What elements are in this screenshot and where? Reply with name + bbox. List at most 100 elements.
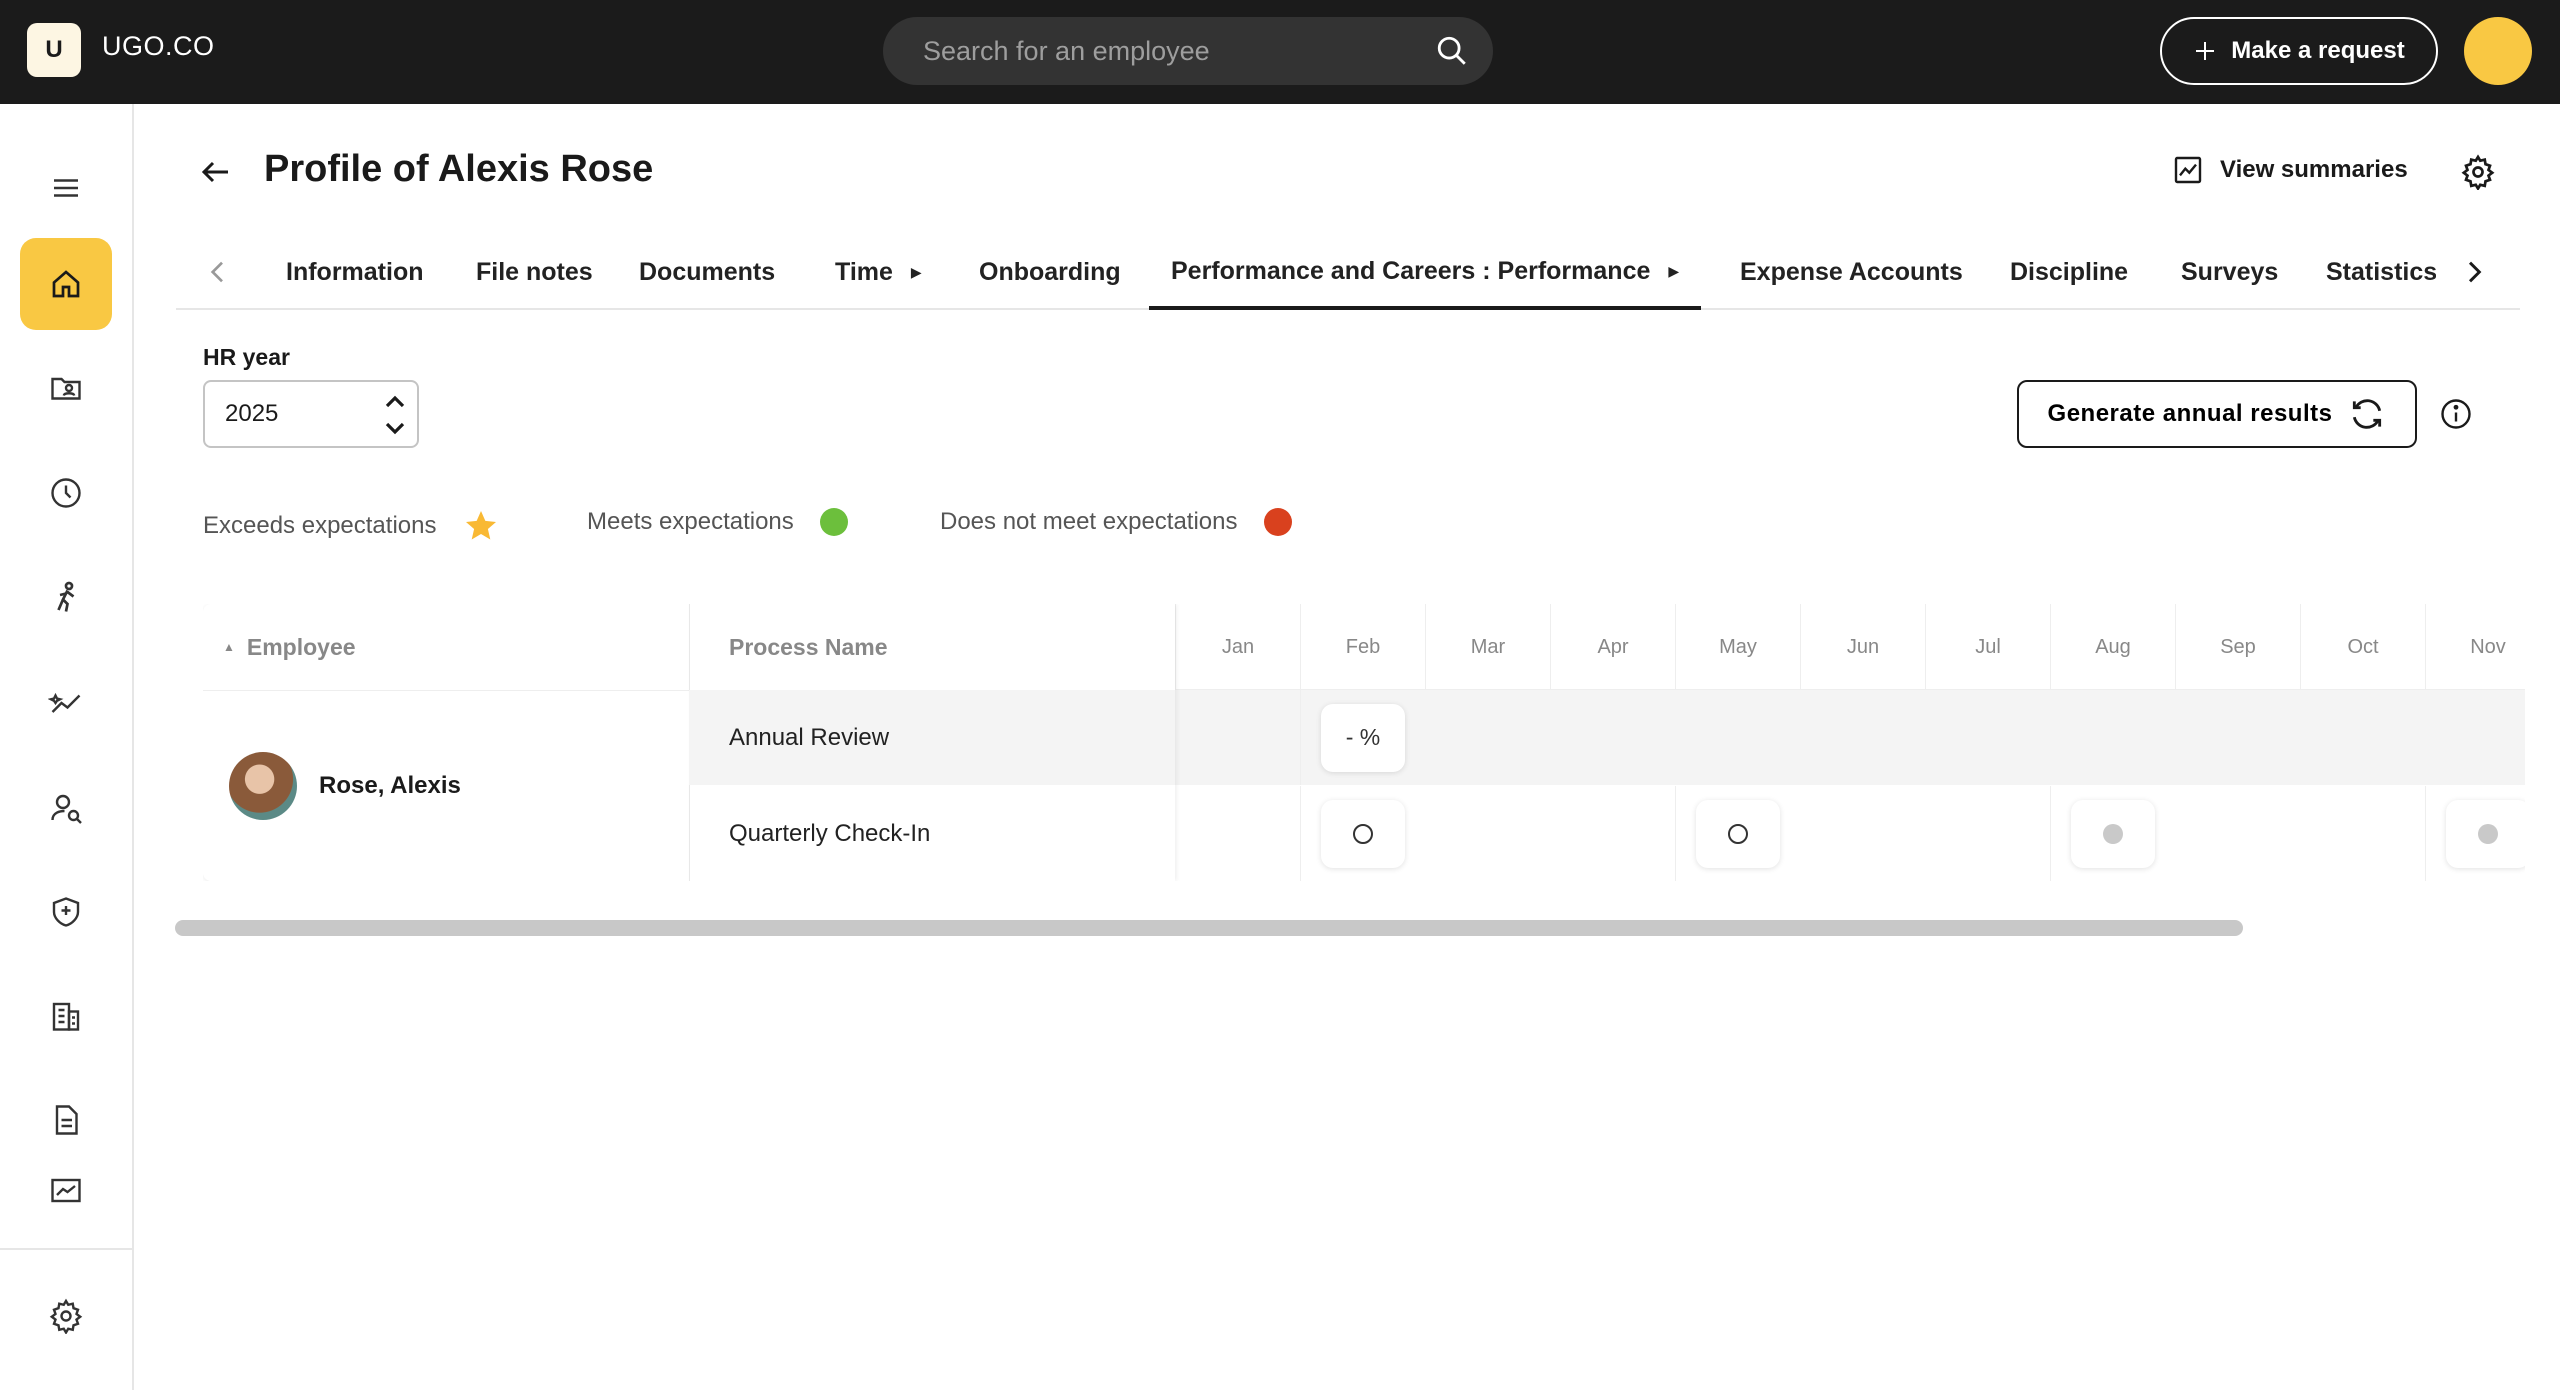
grey-dot-icon	[2103, 823, 2123, 844]
process-cell: Annual Review	[689, 690, 1175, 785]
sidebar-item-company[interactable]	[20, 970, 112, 1062]
open-circle-icon	[1353, 823, 1373, 844]
tabs-scroll-left-icon[interactable]	[202, 256, 234, 288]
info-icon[interactable]	[2438, 396, 2474, 432]
sidebar-item-recruitment[interactable]	[20, 762, 112, 854]
month-header-sep: Sep	[2175, 604, 2300, 690]
report-icon	[51, 1178, 81, 1203]
hr-year-label: HR year	[203, 344, 290, 370]
page-title: Profile of Alexis Rose	[264, 148, 654, 190]
tab-discipline[interactable]: Discipline	[2010, 236, 2128, 308]
tab-surveys[interactable]: Surveys	[2181, 236, 2278, 308]
grey-dot-pill[interactable]	[2446, 799, 2525, 868]
search-bar	[883, 17, 1493, 85]
running-person-icon	[57, 581, 75, 612]
percent-pill[interactable]: - %	[1321, 703, 1405, 772]
sidebar-item-time[interactable]	[20, 447, 112, 539]
hr-year-value: 2025	[225, 400, 279, 427]
legend-does-not-meet: Does not meet expectations	[940, 508, 1292, 536]
sidebar-item-home[interactable]	[20, 238, 112, 330]
sidebar-item-employee-folder[interactable]	[20, 342, 112, 434]
gear-icon	[49, 1298, 83, 1334]
performance-chart-icon	[48, 692, 81, 713]
grey-dot-icon	[2478, 823, 2498, 844]
tab-time[interactable]: Time ▶	[835, 236, 922, 308]
cell-quarterly-feb[interactable]	[1300, 786, 1425, 881]
cell-quarterly-aug[interactable]	[2050, 786, 2175, 881]
month-header-jan: Jan	[1175, 604, 1300, 690]
top-bar: U UGO.CO Make a request	[0, 0, 2560, 104]
open-circle-pill[interactable]	[1321, 799, 1405, 868]
sidebar-item-reports[interactable]	[20, 1174, 112, 1204]
month-header-oct: Oct	[2300, 604, 2425, 690]
tab-documents[interactable]: Documents	[639, 236, 775, 308]
employee-header[interactable]: ▲ Employee	[223, 604, 689, 690]
shield-icon	[52, 897, 80, 927]
user-avatar[interactable]	[2464, 17, 2532, 85]
search-input[interactable]	[923, 35, 1423, 67]
process-name-header[interactable]: Process Name	[729, 604, 888, 690]
green-dot-icon	[819, 508, 848, 536]
generate-annual-results-button[interactable]: Generate annual results	[2017, 380, 2417, 448]
search-icon[interactable]	[1435, 34, 1469, 68]
open-circle-icon	[1728, 823, 1748, 844]
open-circle-pill[interactable]	[1696, 799, 1780, 868]
month-header-jul: Jul	[1925, 604, 2050, 690]
employee-cell[interactable]: Rose, Alexis	[203, 690, 689, 881]
tab-information[interactable]: Information	[286, 236, 424, 308]
cell-quarterly-may[interactable]	[1675, 786, 1800, 881]
legend-exceeds: Exceeds expectations	[203, 508, 500, 544]
month-header-nov: Nov	[2425, 604, 2525, 690]
sidebar-item-performance[interactable]	[20, 657, 112, 749]
plus-icon	[2196, 42, 2215, 60]
month-header-may: May	[1675, 604, 1800, 690]
cell-annual-review-feb[interactable]: - %	[1300, 690, 1425, 785]
performance-table: ▲ Employee Rose, Alexis Process Name Ann…	[203, 604, 2525, 881]
sidebar-item-security[interactable]	[20, 866, 112, 958]
tab-performance[interactable]: Performance and Careers : Performance ▶	[1149, 236, 1702, 310]
star-icon	[466, 511, 497, 540]
menu-button[interactable]	[20, 142, 112, 234]
employee-column: ▲ Employee Rose, Alexis	[203, 604, 689, 881]
month-header-apr: Apr	[1550, 604, 1675, 690]
cell-quarterly-nov[interactable]	[2425, 786, 2525, 881]
home-icon	[52, 270, 80, 298]
menu-icon	[54, 179, 78, 197]
sidebar-divider	[0, 1248, 134, 1250]
view-summaries-button[interactable]: View summaries	[2172, 154, 2408, 186]
folder-user-icon	[51, 377, 81, 400]
months-grid: Jan Feb Mar Apr May Jun Jul Aug Sep Oct …	[1175, 604, 2525, 881]
caret-right-icon: ▶	[1668, 262, 1680, 279]
hr-year-stepper[interactable]: 2025	[203, 380, 419, 448]
month-header-feb: Feb	[1300, 604, 1425, 690]
sidebar-item-settings[interactable]	[20, 1270, 112, 1362]
app-logo[interactable]: U	[27, 23, 81, 77]
tab-statistics[interactable]: Statistics	[2326, 236, 2436, 308]
tab-file-notes[interactable]: File notes	[476, 236, 593, 308]
red-dot-icon	[1263, 508, 1292, 536]
grey-dot-pill[interactable]	[2071, 799, 2155, 868]
month-header-jun: Jun	[1800, 604, 1925, 690]
tab-onboarding[interactable]: Onboarding	[979, 236, 1121, 308]
back-arrow-icon[interactable]	[198, 154, 234, 190]
process-column: Process Name Annual Review Quarterly Che…	[689, 604, 1175, 881]
process-cell: Quarterly Check-In	[729, 819, 931, 847]
sidebar-item-activity[interactable]	[20, 552, 112, 644]
document-icon	[55, 1105, 78, 1135]
month-header-mar: Mar	[1425, 604, 1550, 690]
building-icon	[52, 1002, 80, 1031]
horizontal-scrollbar[interactable]	[175, 920, 2243, 936]
sidebar-item-documents[interactable]	[20, 1074, 112, 1166]
settings-gear-icon[interactable]	[2460, 154, 2496, 190]
sort-asc-icon: ▲	[223, 640, 235, 654]
clock-icon	[51, 478, 81, 508]
tab-bar: Information File notes Documents Time ▶ O…	[176, 236, 2520, 310]
tab-expense-accounts[interactable]: Expense Accounts	[1740, 236, 1963, 308]
tabs-scroll-right-icon[interactable]	[2458, 256, 2490, 288]
stepper-arrows-icon[interactable]	[383, 390, 407, 440]
sidebar	[0, 104, 134, 1390]
refresh-icon	[2353, 399, 2382, 429]
employee-avatar	[229, 751, 297, 820]
make-request-button[interactable]: Make a request	[2160, 17, 2438, 85]
user-search-icon	[51, 794, 82, 824]
